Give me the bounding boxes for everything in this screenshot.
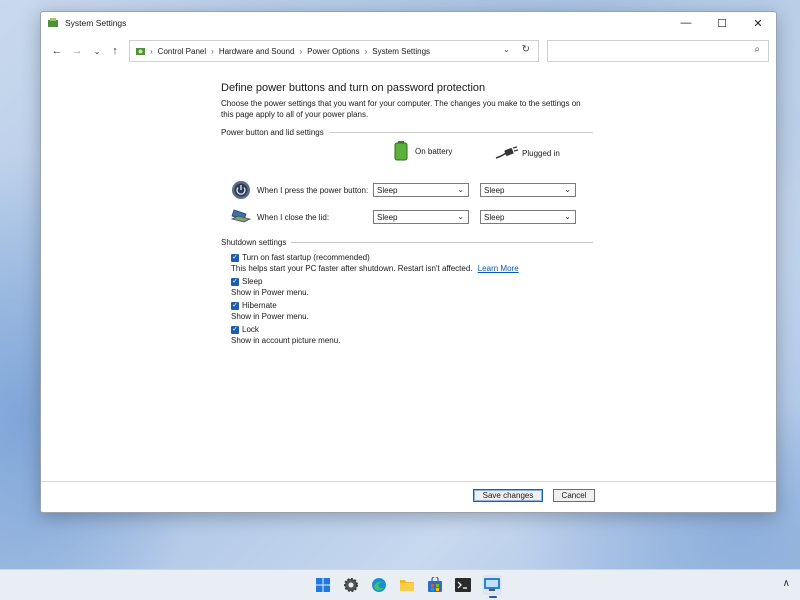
breadcrumb-control-panel[interactable]: Control Panel xyxy=(158,47,206,56)
select-value: Sleep xyxy=(484,185,505,195)
breadcrumb-separator: › xyxy=(211,46,214,56)
fast-startup-checkbox[interactable]: ✓ xyxy=(231,253,239,262)
active-app-indicator xyxy=(489,596,497,598)
address-row: ← → ⌄ ↑ › Control Panel › Hardware and S… xyxy=(41,39,776,63)
address-bar[interactable]: › Control Panel › Hardware and Sound › P… xyxy=(129,40,539,62)
hibernate-sub: Show in Power menu. xyxy=(231,312,309,321)
lock-option: ✓ Lock Show in account picture menu. xyxy=(231,325,340,345)
shutdown-group-label: Shutdown settings xyxy=(221,238,593,247)
maximize-button[interactable]: ☐ xyxy=(704,12,740,34)
fast-startup-label: Turn on fast startup (recommended) xyxy=(242,253,370,262)
lock-checkbox[interactable]: ✓ xyxy=(231,325,239,334)
power-button-row: When I press the power button: xyxy=(231,180,368,200)
power-button-plugged-select[interactable]: Sleep ⌄ xyxy=(480,183,576,197)
lock-sub: Show in account picture menu. xyxy=(231,336,341,345)
power-button-battery-select[interactable]: Sleep ⌄ xyxy=(373,183,469,197)
sleep-sub: Show in Power menu. xyxy=(231,288,309,297)
search-icon[interactable]: ⌕ xyxy=(754,44,760,55)
refresh-icon[interactable]: ↻ xyxy=(522,44,530,55)
search-input[interactable]: ⌕ xyxy=(547,40,769,62)
address-dropdown-icon[interactable]: ⌄ xyxy=(503,45,510,54)
chevron-down-icon: ⌄ xyxy=(457,212,464,221)
settings-gear-icon[interactable] xyxy=(341,575,361,595)
fast-startup-description: This helps start your PC faster after sh… xyxy=(231,264,519,273)
tray-overflow-chevron-icon[interactable]: ∧ xyxy=(783,578,790,589)
col-battery-label: On battery xyxy=(415,146,453,156)
save-changes-button[interactable]: Save changes xyxy=(473,489,543,502)
select-value: Sleep xyxy=(484,212,505,222)
chevron-down-icon: ⌄ xyxy=(564,185,571,194)
hibernate-checkbox[interactable]: ✓ xyxy=(231,301,239,310)
lid-label: When I close the lid: xyxy=(257,212,330,222)
sleep-option: ✓ Sleep Show in Power menu. xyxy=(231,277,309,297)
up-arrow-icon[interactable]: ↑ xyxy=(107,43,123,59)
back-arrow-icon[interactable]: ← xyxy=(49,43,65,59)
shutdown-group-label-text: Shutdown settings xyxy=(221,238,287,247)
page-description: Choose the power settings that you want … xyxy=(221,99,581,119)
learn-more-link[interactable]: Learn More xyxy=(478,264,519,273)
recent-locations-chevron-icon[interactable]: ⌄ xyxy=(89,43,105,59)
battery-icon xyxy=(394,141,408,161)
close-button[interactable]: ✕ xyxy=(740,12,776,34)
col-plugged-label: Plugged in xyxy=(522,148,560,158)
chevron-down-icon: ⌄ xyxy=(457,185,464,194)
lid-battery-select[interactable]: Sleep ⌄ xyxy=(373,210,469,224)
lock-label: Lock xyxy=(242,325,259,334)
edge-browser-icon[interactable] xyxy=(369,575,389,595)
laptop-lid-icon xyxy=(231,209,251,223)
breadcrumb-system-settings[interactable]: System Settings xyxy=(372,47,430,56)
breadcrumb-separator: › xyxy=(150,46,153,56)
hibernate-option: ✓ Hibernate Show in Power menu. xyxy=(231,301,309,321)
power-button-icon xyxy=(232,181,250,199)
system-settings-window: System Settings — ☐ ✕ ← → ⌄ ↑ › Control … xyxy=(40,11,777,513)
group-divider xyxy=(328,132,593,133)
hibernate-label: Hibernate xyxy=(242,301,277,310)
window-title: System Settings xyxy=(65,18,127,28)
power-options-icon xyxy=(48,18,58,27)
power-plug-icon xyxy=(495,146,518,159)
windows-start-icon[interactable] xyxy=(313,575,333,595)
select-value: Sleep xyxy=(377,212,398,222)
lid-plugged-select[interactable]: Sleep ⌄ xyxy=(480,210,576,224)
chevron-down-icon: ⌄ xyxy=(564,212,571,221)
column-plugged-in: Plugged in xyxy=(494,146,560,160)
cancel-button[interactable]: Cancel xyxy=(553,489,595,502)
power-group-label-text: Power button and lid settings xyxy=(221,128,324,137)
breadcrumb-separator: › xyxy=(364,46,368,56)
file-explorer-icon[interactable] xyxy=(397,575,417,595)
breadcrumb-hardware-and-sound[interactable]: Hardware and Sound xyxy=(219,47,295,56)
power-button-group-label: Power button and lid settings xyxy=(221,128,593,137)
forward-arrow-icon[interactable]: → xyxy=(69,43,85,59)
lid-row: When I close the lid: xyxy=(231,208,329,226)
terminal-icon[interactable] xyxy=(453,575,473,595)
select-value: Sleep xyxy=(377,185,398,195)
page-title: Define power buttons and turn on passwor… xyxy=(221,82,486,94)
fast-startup-option: ✓ Turn on fast startup (recommended) Thi… xyxy=(231,253,519,273)
breadcrumb-separator: › xyxy=(299,46,303,56)
sleep-checkbox[interactable]: ✓ xyxy=(231,277,239,286)
minimize-button[interactable]: — xyxy=(668,12,704,34)
control-panel-icon[interactable] xyxy=(482,575,502,595)
column-on-battery: On battery xyxy=(393,140,452,162)
title-bar: System Settings — ☐ ✕ xyxy=(41,12,776,34)
sleep-label: Sleep xyxy=(242,277,263,286)
group-divider xyxy=(291,242,593,243)
fast-startup-sub: This helps start your PC faster after sh… xyxy=(231,264,473,273)
dialog-footer: Save changes Cancel xyxy=(41,481,776,512)
taskbar: ∧ xyxy=(0,569,800,600)
control-panel-icon xyxy=(136,47,145,55)
breadcrumb-power-options[interactable]: Power Options xyxy=(307,47,359,56)
store-icon[interactable] xyxy=(425,575,445,595)
power-button-label: When I press the power button: xyxy=(257,185,369,195)
